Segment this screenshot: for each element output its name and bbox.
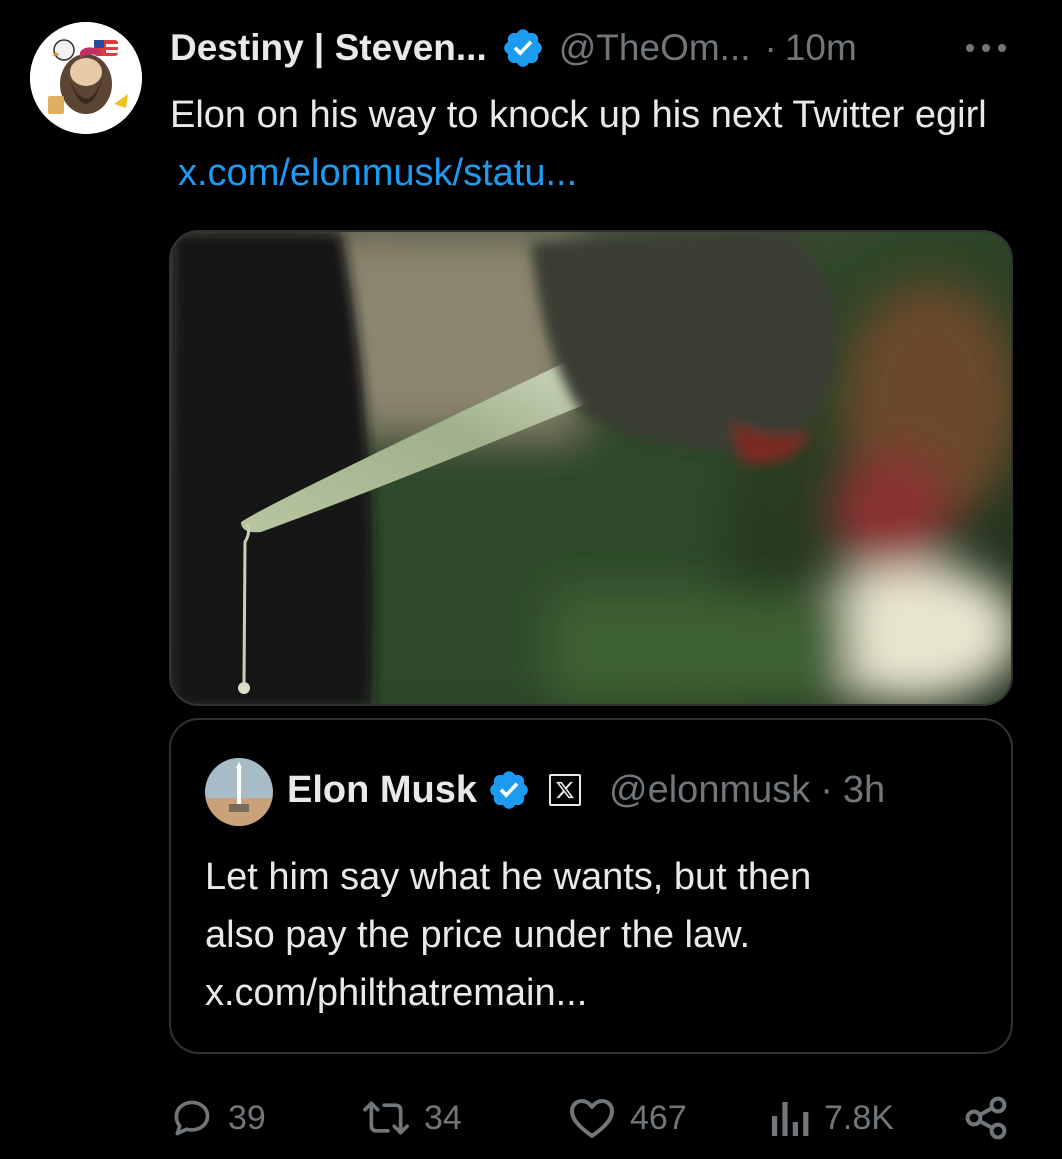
- cartoon-avatar-icon: [30, 22, 142, 134]
- views-button[interactable]: 7.8K: [770, 1090, 894, 1146]
- tweet-text: Elon on his way to knock up his next Twi…: [170, 86, 1030, 202]
- quoted-header-separator: ·: [820, 768, 833, 811]
- quoted-author-display-name[interactable]: Elon Musk: [287, 769, 477, 812]
- reply-count: 39: [228, 1098, 266, 1137]
- share-icon: [965, 1096, 1007, 1140]
- share-button[interactable]: [962, 1090, 1010, 1146]
- retweet-icon: [363, 1101, 409, 1135]
- retweet-count: 34: [424, 1098, 462, 1137]
- tweet-timestamp[interactable]: 10m: [785, 27, 857, 69]
- quoted-tweet-timestamp[interactable]: 3h: [843, 769, 885, 812]
- more-options-button[interactable]: [962, 28, 1010, 68]
- like-count: 467: [630, 1098, 687, 1137]
- quoted-author-handle[interactable]: @elonmusk: [609, 769, 810, 812]
- views-chart-icon: [772, 1102, 809, 1136]
- tweet-body: Elon on his way to knock up his next Twi…: [170, 94, 987, 136]
- verified-badge-icon[interactable]: [501, 26, 545, 70]
- author-avatar[interactable]: [30, 22, 142, 134]
- rocket-avatar-icon: [205, 758, 273, 826]
- quoted-author-avatar[interactable]: [205, 758, 273, 826]
- photo-knife-image: [171, 232, 1011, 704]
- tweet-link[interactable]: x.com/elonmusk/statu...: [178, 152, 577, 194]
- quoted-text-line: also pay the price under the law.: [205, 914, 751, 956]
- quoted-tweet-text: Let him say what he wants, but then also…: [205, 848, 985, 1022]
- author-display-name[interactable]: Destiny | Steven...: [170, 27, 487, 69]
- x-logo-icon: [556, 781, 575, 799]
- quoted-tweet-link[interactable]: x.com/philthatremain...: [205, 964, 985, 1022]
- views-count: 7.8K: [824, 1098, 894, 1137]
- reply-icon: [174, 1100, 210, 1136]
- heart-icon: [570, 1099, 614, 1138]
- x-affiliate-badge-icon[interactable]: [549, 774, 582, 806]
- header-separator: ·: [764, 27, 777, 68]
- like-button[interactable]: 467: [568, 1090, 687, 1146]
- retweet-button[interactable]: 34: [362, 1090, 462, 1146]
- tweet-action-bar: 39 34 467 7.8K: [0, 1090, 1062, 1146]
- quoted-tweet-header: Elon Musk @elonmusk · 3h: [287, 766, 885, 814]
- verified-badge-icon[interactable]: [487, 768, 531, 812]
- reply-button[interactable]: 39: [170, 1090, 266, 1146]
- tweet-media-image[interactable]: [169, 230, 1013, 706]
- quoted-text-line: Let him say what he wants, but then: [205, 856, 812, 898]
- more-horizontal-icon: [966, 44, 974, 52]
- tweet-header: Destiny | Steven... @TheOm... · 10m: [170, 26, 857, 70]
- author-handle[interactable]: @TheOm...: [559, 27, 751, 69]
- quoted-tweet-card[interactable]: Elon Musk @elonmusk · 3h Let him say wha…: [169, 718, 1013, 1054]
